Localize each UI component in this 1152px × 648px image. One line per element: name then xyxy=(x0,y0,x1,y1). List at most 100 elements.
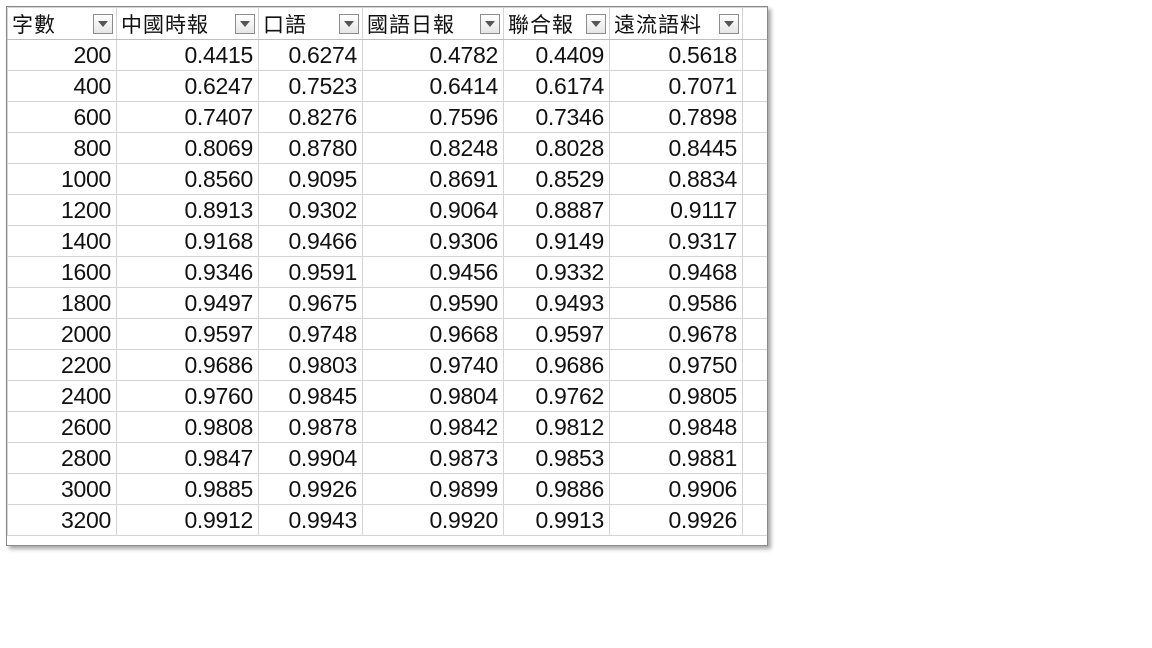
value-cell[interactable]: 0.4409 xyxy=(503,39,610,71)
value-cell[interactable]: 0.8780 xyxy=(258,132,363,164)
empty-cell[interactable] xyxy=(742,411,767,443)
value-cell[interactable]: 0.7346 xyxy=(503,101,610,133)
value-cell[interactable]: 0.8445 xyxy=(609,132,743,164)
value-cell[interactable]: 0.8069 xyxy=(116,132,259,164)
value-cell[interactable]: 0.9926 xyxy=(258,473,363,505)
empty-cell[interactable] xyxy=(742,349,767,381)
value-cell[interactable]: 0.9762 xyxy=(503,380,610,412)
empty-cell[interactable] xyxy=(742,225,767,257)
filter-dropdown-button[interactable] xyxy=(586,13,606,34)
empty-cell[interactable] xyxy=(742,256,767,288)
empty-cell[interactable] xyxy=(742,473,767,505)
empty-cell[interactable] xyxy=(742,70,767,102)
value-cell[interactable]: 0.8913 xyxy=(116,194,259,226)
value-cell[interactable]: 0.9466 xyxy=(258,225,363,257)
value-cell[interactable]: 0.9913 xyxy=(503,504,610,536)
empty-cell[interactable] xyxy=(742,287,767,319)
value-cell[interactable]: 0.9920 xyxy=(362,504,504,536)
value-cell[interactable]: 0.9497 xyxy=(116,287,259,319)
value-cell[interactable]: 0.9306 xyxy=(362,225,504,257)
value-cell[interactable]: 0.9842 xyxy=(362,411,504,443)
empty-header-cell[interactable] xyxy=(742,7,767,40)
char-count-cell[interactable]: 800 xyxy=(7,132,117,164)
value-cell[interactable]: 0.8028 xyxy=(503,132,610,164)
char-count-cell[interactable]: 3000 xyxy=(7,473,117,505)
filter-dropdown-button[interactable] xyxy=(93,13,113,34)
char-count-cell[interactable]: 400 xyxy=(7,70,117,102)
value-cell[interactable]: 0.9675 xyxy=(258,287,363,319)
value-cell[interactable]: 0.9881 xyxy=(609,442,743,474)
char-count-cell[interactable]: 2600 xyxy=(7,411,117,443)
value-cell[interactable]: 0.7407 xyxy=(116,101,259,133)
value-cell[interactable]: 0.9845 xyxy=(258,380,363,412)
value-cell[interactable]: 0.9847 xyxy=(116,442,259,474)
value-cell[interactable]: 0.7071 xyxy=(609,70,743,102)
value-cell[interactable]: 0.7596 xyxy=(362,101,504,133)
char-count-cell[interactable]: 200 xyxy=(7,39,117,71)
value-cell[interactable]: 0.8691 xyxy=(362,163,504,195)
char-count-cell[interactable]: 3200 xyxy=(7,504,117,536)
empty-cell[interactable] xyxy=(742,194,767,226)
value-cell[interactable]: 0.8834 xyxy=(609,163,743,195)
value-cell[interactable]: 0.9686 xyxy=(116,349,259,381)
value-cell[interactable]: 0.9456 xyxy=(362,256,504,288)
char-count-cell[interactable]: 2400 xyxy=(7,380,117,412)
value-cell[interactable]: 0.9853 xyxy=(503,442,610,474)
value-cell[interactable]: 0.9095 xyxy=(258,163,363,195)
filter-dropdown-button[interactable] xyxy=(235,13,255,34)
value-cell[interactable]: 0.9332 xyxy=(503,256,610,288)
value-cell[interactable]: 0.9848 xyxy=(609,411,743,443)
value-cell[interactable]: 0.6174 xyxy=(503,70,610,102)
value-cell[interactable]: 0.9886 xyxy=(503,473,610,505)
value-cell[interactable]: 0.9493 xyxy=(503,287,610,319)
value-cell[interactable]: 0.9586 xyxy=(609,287,743,319)
value-cell[interactable]: 0.9808 xyxy=(116,411,259,443)
value-cell[interactable]: 0.4415 xyxy=(116,39,259,71)
value-cell[interactable]: 0.9943 xyxy=(258,504,363,536)
value-cell[interactable]: 0.9740 xyxy=(362,349,504,381)
value-cell[interactable]: 0.6247 xyxy=(116,70,259,102)
char-count-cell[interactable]: 2200 xyxy=(7,349,117,381)
char-count-cell[interactable]: 1600 xyxy=(7,256,117,288)
value-cell[interactable]: 0.7523 xyxy=(258,70,363,102)
value-cell[interactable]: 0.9590 xyxy=(362,287,504,319)
value-cell[interactable]: 0.9805 xyxy=(609,380,743,412)
empty-cell[interactable] xyxy=(742,39,767,71)
value-cell[interactable]: 0.9668 xyxy=(362,318,504,350)
value-cell[interactable]: 0.9760 xyxy=(116,380,259,412)
value-cell[interactable]: 0.8560 xyxy=(116,163,259,195)
char-count-cell[interactable]: 2000 xyxy=(7,318,117,350)
value-cell[interactable]: 0.9904 xyxy=(258,442,363,474)
value-cell[interactable]: 0.4782 xyxy=(362,39,504,71)
value-cell[interactable]: 0.9591 xyxy=(258,256,363,288)
value-cell[interactable]: 0.9302 xyxy=(258,194,363,226)
char-count-cell[interactable]: 1400 xyxy=(7,225,117,257)
value-cell[interactable]: 0.8887 xyxy=(503,194,610,226)
value-cell[interactable]: 0.9468 xyxy=(609,256,743,288)
char-count-cell[interactable]: 1000 xyxy=(7,163,117,195)
value-cell[interactable]: 0.6414 xyxy=(362,70,504,102)
value-cell[interactable]: 0.8276 xyxy=(258,101,363,133)
char-count-cell[interactable]: 1800 xyxy=(7,287,117,319)
filter-dropdown-button[interactable] xyxy=(339,13,359,34)
value-cell[interactable]: 0.9678 xyxy=(609,318,743,350)
value-cell[interactable]: 0.9804 xyxy=(362,380,504,412)
value-cell[interactable]: 0.9317 xyxy=(609,225,743,257)
filter-dropdown-button[interactable] xyxy=(480,13,500,34)
value-cell[interactable]: 0.9812 xyxy=(503,411,610,443)
value-cell[interactable]: 0.7898 xyxy=(609,101,743,133)
filter-dropdown-button[interactable] xyxy=(719,13,739,34)
value-cell[interactable]: 0.9906 xyxy=(609,473,743,505)
value-cell[interactable]: 0.9750 xyxy=(609,349,743,381)
value-cell[interactable]: 0.9912 xyxy=(116,504,259,536)
value-cell[interactable]: 0.9803 xyxy=(258,349,363,381)
char-count-cell[interactable]: 1200 xyxy=(7,194,117,226)
value-cell[interactable]: 0.9597 xyxy=(503,318,610,350)
value-cell[interactable]: 0.9926 xyxy=(609,504,743,536)
value-cell[interactable]: 0.6274 xyxy=(258,39,363,71)
empty-cell[interactable] xyxy=(742,380,767,412)
char-count-cell[interactable]: 2800 xyxy=(7,442,117,474)
value-cell[interactable]: 0.9346 xyxy=(116,256,259,288)
value-cell[interactable]: 0.9597 xyxy=(116,318,259,350)
empty-cell[interactable] xyxy=(742,318,767,350)
